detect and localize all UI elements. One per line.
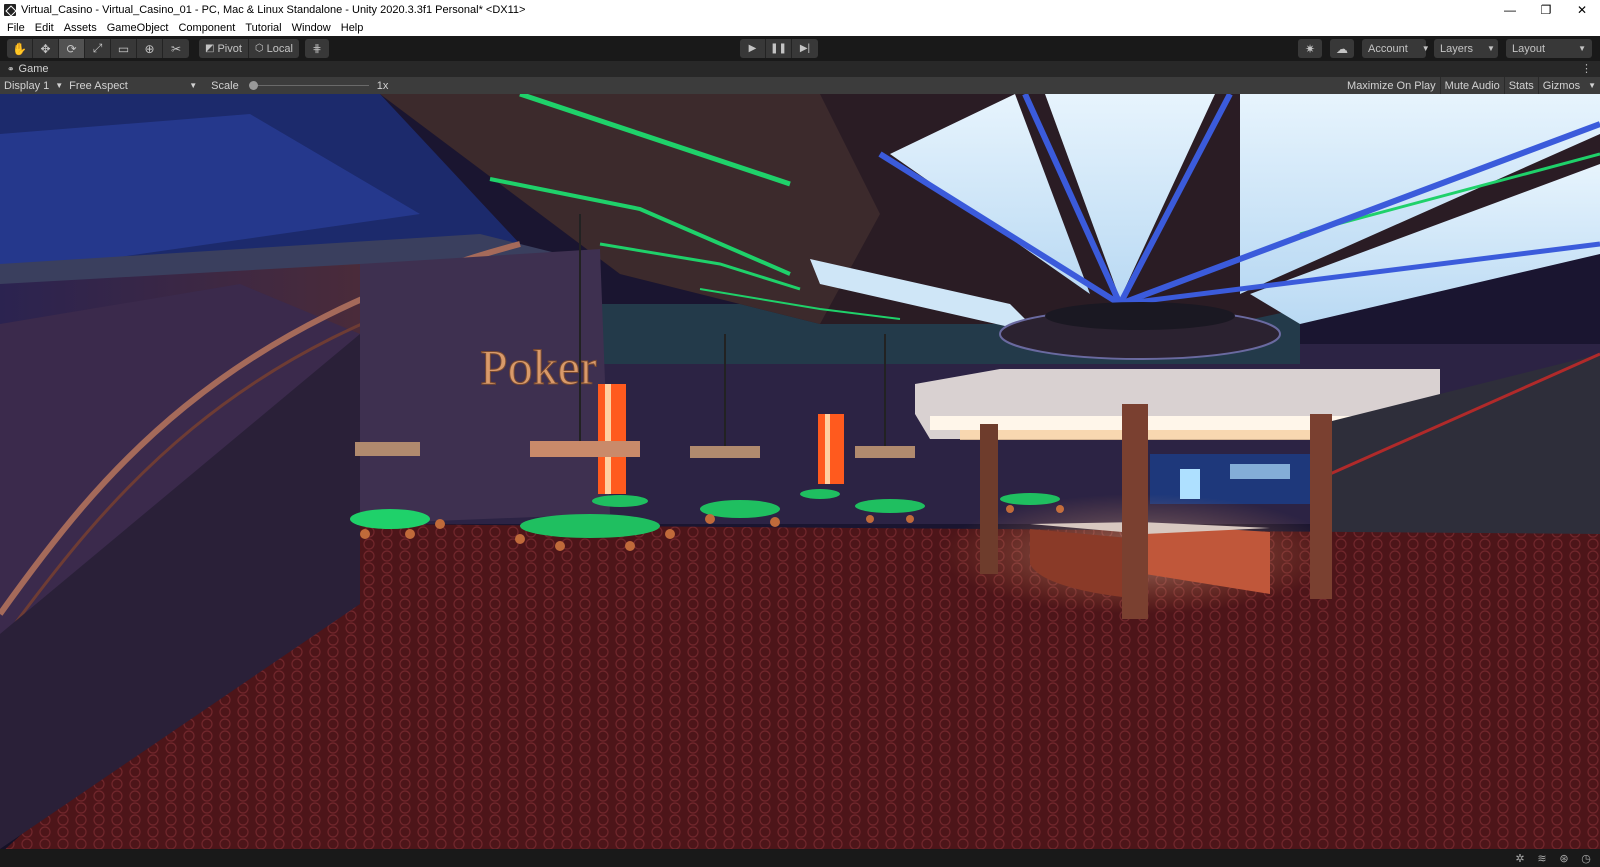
- grid-snap-icon[interactable]: ⋕: [304, 39, 329, 58]
- layout-label: Layout: [1512, 42, 1546, 55]
- menu-edit[interactable]: Edit: [30, 22, 59, 34]
- gizmos-dropdown[interactable]: Gizmos: [1539, 80, 1584, 92]
- game-tab-bar: ⚭ Game ⋮: [0, 61, 1600, 77]
- title-bar: Virtual_Casino - Virtual_Casino_01 - PC,…: [0, 0, 1600, 19]
- check-icon[interactable]: ◷: [1578, 851, 1594, 865]
- menu-help[interactable]: Help: [336, 22, 369, 34]
- aspect-dropdown[interactable]: Free Aspect ▼: [69, 80, 197, 92]
- slider-track: [248, 85, 369, 86]
- mute-audio-toggle[interactable]: Mute Audio: [1441, 80, 1504, 92]
- pivot-icon: ◩: [205, 43, 215, 54]
- layout-dropdown[interactable]: Layout ▼: [1506, 39, 1592, 58]
- window-title: Virtual_Casino - Virtual_Casino_01 - PC,…: [21, 3, 526, 16]
- unity-logo-icon: [4, 3, 16, 16]
- local-label: Local: [266, 42, 293, 55]
- tab-game[interactable]: ⚭ Game: [0, 63, 49, 75]
- menu-tutorial[interactable]: Tutorial: [240, 22, 286, 34]
- tab-menu-icon[interactable]: ⋮: [1581, 62, 1592, 75]
- menu-assets[interactable]: Assets: [59, 22, 102, 34]
- scale-tool-icon[interactable]: ⤢: [85, 39, 111, 58]
- pause-icon[interactable]: ❚❚: [766, 39, 792, 58]
- local-icon: ⬡: [254, 43, 264, 54]
- menu-bar: File Edit Assets GameObject Component Tu…: [0, 19, 1600, 36]
- play-icon[interactable]: ▶: [740, 39, 766, 58]
- main-toolbar: ✋ ✥ ⟳ ⤢ ▭ ⊕ ✂ ◩ Pivot ⬡ Local ⋕ ▶ ❚❚ ▶| ✷ …: [0, 36, 1600, 61]
- casino-scene-render: Poker: [0, 94, 1600, 849]
- playback-controls: ▶ ❚❚ ▶|: [740, 39, 818, 58]
- chevron-down-icon: ▼: [1487, 44, 1495, 53]
- chevron-down-icon: ▼: [55, 81, 64, 90]
- bug-icon[interactable]: ✲: [1512, 851, 1528, 865]
- tab-game-label: Game: [18, 63, 49, 75]
- status-bar: ✲ ≋ ⊛ ◷: [0, 849, 1600, 867]
- game-viewport[interactable]: Poker: [0, 94, 1600, 849]
- minimize-button[interactable]: —: [1492, 0, 1528, 19]
- menu-file[interactable]: File: [2, 22, 30, 34]
- scale-value: 1x: [376, 79, 389, 92]
- layers-label: Layers: [1440, 42, 1474, 55]
- game-view-toggles: Maximize On Play Mute Audio Stats Gizmos…: [1343, 77, 1600, 94]
- network-icon[interactable]: ⊛: [1556, 851, 1572, 865]
- aspect-label: Free Aspect: [69, 79, 128, 92]
- gamepad-icon: ⚭: [7, 63, 15, 74]
- pivot-label: Pivot: [217, 42, 242, 55]
- menu-gameobject[interactable]: GameObject: [102, 22, 174, 34]
- toolbar-right: ✷ ☁ Account ▼ Layers ▼ Layout ▼: [1290, 39, 1592, 58]
- menu-component[interactable]: Component: [173, 22, 240, 34]
- display-dropdown[interactable]: Display 1 ▼: [0, 80, 63, 92]
- transform-tool-icon[interactable]: ⊕: [137, 39, 163, 58]
- pivot-toggles: ◩ Pivot ⬡ Local: [199, 39, 299, 58]
- rect-tool-icon[interactable]: ▭: [111, 39, 137, 58]
- maximize-on-play-toggle[interactable]: Maximize On Play: [1343, 80, 1440, 92]
- window-controls: — ❐ ✕: [1492, 0, 1600, 19]
- chevron-down-icon: ▼: [189, 81, 198, 90]
- layers-icon[interactable]: ≋: [1534, 851, 1550, 865]
- custom-tool-icon[interactable]: ✂: [163, 39, 189, 58]
- scale-label: Scale: [211, 79, 239, 92]
- rotate-tool-icon[interactable]: ⟳: [59, 39, 85, 58]
- display-label: Display 1: [4, 79, 50, 92]
- layers-dropdown[interactable]: Layers ▼: [1434, 39, 1498, 58]
- restore-button[interactable]: ❐: [1528, 0, 1564, 19]
- local-button[interactable]: ⬡ Local: [248, 39, 299, 58]
- account-label: Account: [1368, 42, 1408, 55]
- close-button[interactable]: ✕: [1564, 0, 1600, 19]
- chevron-down-icon: ▼: [1421, 44, 1430, 53]
- pivot-button[interactable]: ◩ Pivot: [199, 39, 249, 58]
- account-dropdown[interactable]: Account ▼: [1362, 39, 1430, 58]
- transform-tools: ✋ ✥ ⟳ ⤢ ▭ ⊕ ✂: [7, 39, 189, 58]
- collab-icon[interactable]: ✷: [1298, 39, 1322, 58]
- step-icon[interactable]: ▶|: [792, 39, 818, 58]
- hand-tool-icon[interactable]: ✋: [7, 39, 33, 58]
- chevron-down-icon: ▼: [1588, 81, 1596, 90]
- menu-window[interactable]: Window: [287, 22, 336, 34]
- stats-toggle[interactable]: Stats: [1505, 80, 1538, 92]
- slider-thumb[interactable]: [248, 81, 258, 90]
- chevron-down-icon: ▼: [1578, 44, 1586, 53]
- status-icons: ✲ ≋ ⊛ ◷: [1506, 851, 1594, 865]
- move-tool-icon[interactable]: ✥: [33, 39, 59, 58]
- scale-slider[interactable]: [248, 77, 369, 94]
- cloud-icon[interactable]: ☁: [1330, 39, 1354, 58]
- game-view-controls: Display 1 ▼ Free Aspect ▼ Scale 1x Maximiz…: [0, 77, 1600, 94]
